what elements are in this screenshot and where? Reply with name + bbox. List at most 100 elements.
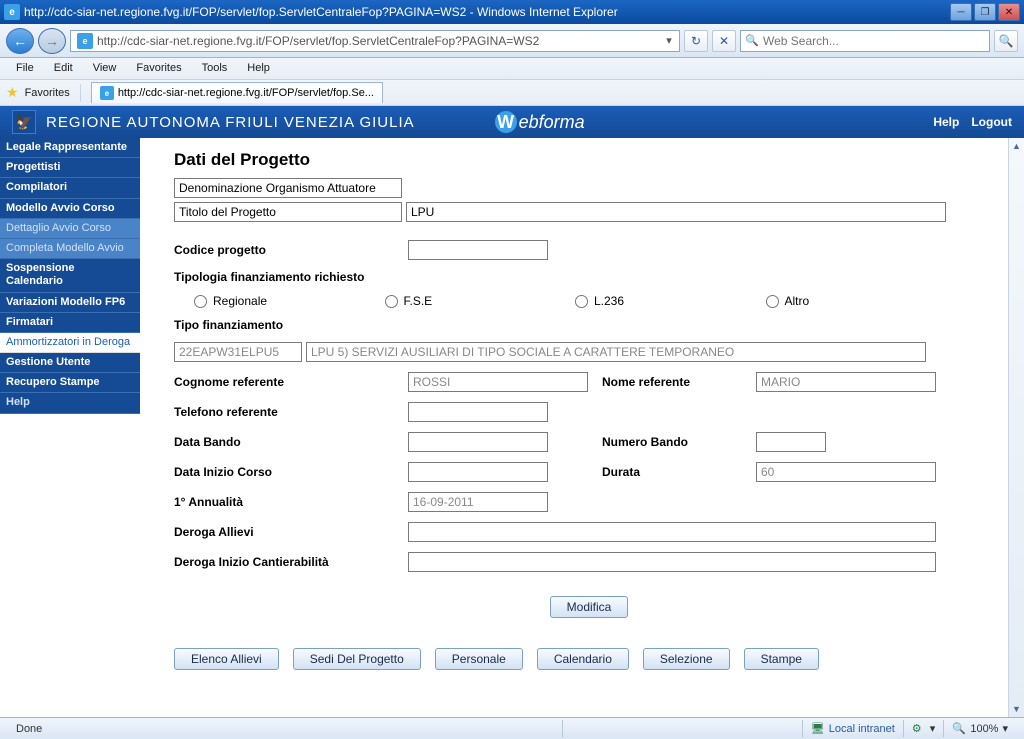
durata-label: Durata — [602, 465, 752, 479]
url-dropdown[interactable]: ▾ — [661, 34, 677, 47]
app-badge-icon: W — [495, 111, 517, 133]
tipo-fin-label: Tipo finanziamento — [174, 318, 936, 332]
telefono-input[interactable] — [408, 402, 548, 422]
zoom-control[interactable]: 🔍 100% ▾ — [943, 720, 1016, 737]
menu-file[interactable]: File — [6, 60, 44, 77]
minimize-button[interactable]: ─ — [950, 3, 972, 21]
help-link[interactable]: Help — [933, 115, 959, 129]
scroll-up-icon[interactable]: ▲ — [1009, 138, 1024, 154]
address-bar[interactable]: e ▾ — [70, 30, 680, 52]
personale-button[interactable]: Personale — [435, 648, 523, 670]
datainizio-input[interactable] — [408, 462, 548, 482]
titolo-label-input — [174, 202, 402, 222]
refresh-button[interactable]: ↻ — [684, 30, 708, 52]
deroga-cant-input[interactable] — [408, 552, 936, 572]
menu-help[interactable]: Help — [237, 60, 280, 77]
back-button[interactable]: ← — [6, 28, 34, 54]
sidebar-item-dettaglio-avvio[interactable]: Dettaglio Avvio Corso — [0, 219, 140, 239]
sidebar-item-modello-avvio[interactable]: Modello Avvio Corso — [0, 199, 140, 219]
search-box[interactable]: 🔍 — [740, 30, 990, 52]
selezione-button[interactable]: Selezione — [643, 648, 730, 670]
menu-view[interactable]: View — [83, 60, 127, 77]
separator — [80, 84, 81, 102]
modifica-button[interactable]: Modifica — [550, 596, 629, 618]
radio-regionale[interactable]: Regionale — [194, 294, 365, 308]
search-go-button[interactable]: 🔍 — [994, 30, 1018, 52]
sidebar-item-firmatari[interactable]: Firmatari — [0, 313, 140, 333]
app-name: W ebforma — [495, 111, 585, 133]
restore-button[interactable]: ❐ — [974, 3, 996, 21]
tab-title: http://cdc-siar-net.regione.fvg.it/FOP/s… — [118, 87, 374, 99]
sidebar-item-recupero-stampe[interactable]: Recupero Stampe — [0, 373, 140, 393]
radio-altro[interactable]: Altro — [766, 294, 937, 308]
protected-icon: ⚙ — [912, 722, 926, 736]
favorites-star-icon[interactable]: ★ — [6, 84, 19, 101]
tipologia-label: Tipologia finanziamento richiesto — [174, 270, 936, 284]
favorites-label[interactable]: Favorites — [25, 87, 70, 99]
url-input[interactable] — [97, 34, 661, 48]
protected-mode[interactable]: ⚙▾ — [903, 720, 944, 737]
tipo-desc-input — [306, 342, 926, 362]
search-input[interactable] — [763, 34, 985, 48]
status-text: Done — [8, 720, 562, 737]
action-buttons: Elenco Allievi Sedi Del Progetto Persona… — [174, 648, 1004, 670]
stampe-button[interactable]: Stampe — [744, 648, 819, 670]
denominazione-input[interactable] — [174, 178, 402, 198]
forward-button[interactable]: → — [38, 28, 66, 54]
sidebar-item-progettisti[interactable]: Progettisti — [0, 158, 140, 178]
region-logo-icon: 🦅 — [12, 110, 36, 134]
sidebar-item-compilatori[interactable]: Compilatori — [0, 178, 140, 198]
annualita-input[interactable] — [408, 492, 548, 512]
menu-favorites[interactable]: Favorites — [126, 60, 191, 77]
sidebar-item-ammortizzatori[interactable]: Ammortizzatori in Deroga — [0, 333, 140, 353]
app-header: 🦅 REGIONE AUTONOMA FRIULI VENEZIA GIULIA… — [0, 106, 1024, 138]
zone-icon: 🖥 — [811, 722, 825, 736]
radio-fse[interactable]: F.S.E — [385, 294, 556, 308]
close-button[interactable]: ✕ — [998, 3, 1020, 21]
scroll-down-icon[interactable]: ▼ — [1009, 701, 1024, 717]
stop-button[interactable]: ✕ — [712, 30, 736, 52]
status-bar: Done 🖥 Local intranet ⚙▾ 🔍 100% ▾ — [0, 717, 1024, 739]
numbando-input[interactable] — [756, 432, 826, 452]
deroga-allievi-input[interactable] — [408, 522, 936, 542]
sidebar-item-variazioni[interactable]: Variazioni Modello FP6 — [0, 293, 140, 313]
deroga-cant-label: Deroga Inizio Cantierabilità — [174, 555, 404, 569]
ie-icon: e — [4, 4, 20, 20]
status-spacer — [562, 720, 802, 737]
menu-edit[interactable]: Edit — [44, 60, 83, 77]
window-title: http://cdc-siar-net.regione.fvg.it/FOP/s… — [24, 5, 950, 19]
nome-input[interactable] — [756, 372, 936, 392]
page-icon: e — [77, 33, 93, 49]
cognome-label: Cognome referente — [174, 375, 404, 389]
logout-link[interactable]: Logout — [971, 115, 1012, 129]
sidebar-item-gestione-utente[interactable]: Gestione Utente — [0, 353, 140, 373]
sidebar-item-completa-modello[interactable]: Completa Modello Avvio — [0, 239, 140, 259]
sidebar: Legale Rappresentante Progettisti Compil… — [0, 138, 140, 717]
favorites-bar: ★ Favorites e http://cdc-siar-net.region… — [0, 80, 1024, 106]
region-name: REGIONE AUTONOMA FRIULI VENEZIA GIULIA — [46, 114, 415, 131]
browser-tab[interactable]: e http://cdc-siar-net.regione.fvg.it/FOP… — [91, 82, 383, 103]
sidebar-item-help[interactable]: Help — [0, 393, 140, 413]
databando-input[interactable] — [408, 432, 548, 452]
menu-tools[interactable]: Tools — [192, 60, 238, 77]
codice-label: Codice progetto — [174, 243, 404, 257]
sedi-progetto-button[interactable]: Sedi Del Progetto — [293, 648, 421, 670]
scrollbar[interactable]: ▲ ▼ — [1008, 138, 1024, 717]
datainizio-label: Data Inizio Corso — [174, 465, 404, 479]
elenco-allievi-button[interactable]: Elenco Allievi — [174, 648, 279, 670]
sidebar-item-legale[interactable]: Legale Rappresentante — [0, 138, 140, 158]
databando-label: Data Bando — [174, 435, 404, 449]
menu-bar: File Edit View Favorites Tools Help — [0, 58, 1024, 80]
page-title: Dati del Progetto — [174, 150, 1004, 170]
codice-input[interactable] — [408, 240, 548, 260]
browser-toolbar: ← → e ▾ ↻ ✕ 🔍 🔍 — [0, 24, 1024, 58]
cognome-input[interactable] — [408, 372, 588, 392]
search-icon: 🔍 — [745, 34, 759, 48]
deroga-allievi-label: Deroga Allievi — [174, 525, 404, 539]
durata-input[interactable] — [756, 462, 936, 482]
zoom-icon: 🔍 — [952, 722, 966, 736]
calendario-button[interactable]: Calendario — [537, 648, 629, 670]
titolo-progetto-input[interactable] — [406, 202, 946, 222]
sidebar-item-sospensione[interactable]: Sospensione Calendario — [0, 259, 140, 292]
radio-l236[interactable]: L.236 — [575, 294, 746, 308]
